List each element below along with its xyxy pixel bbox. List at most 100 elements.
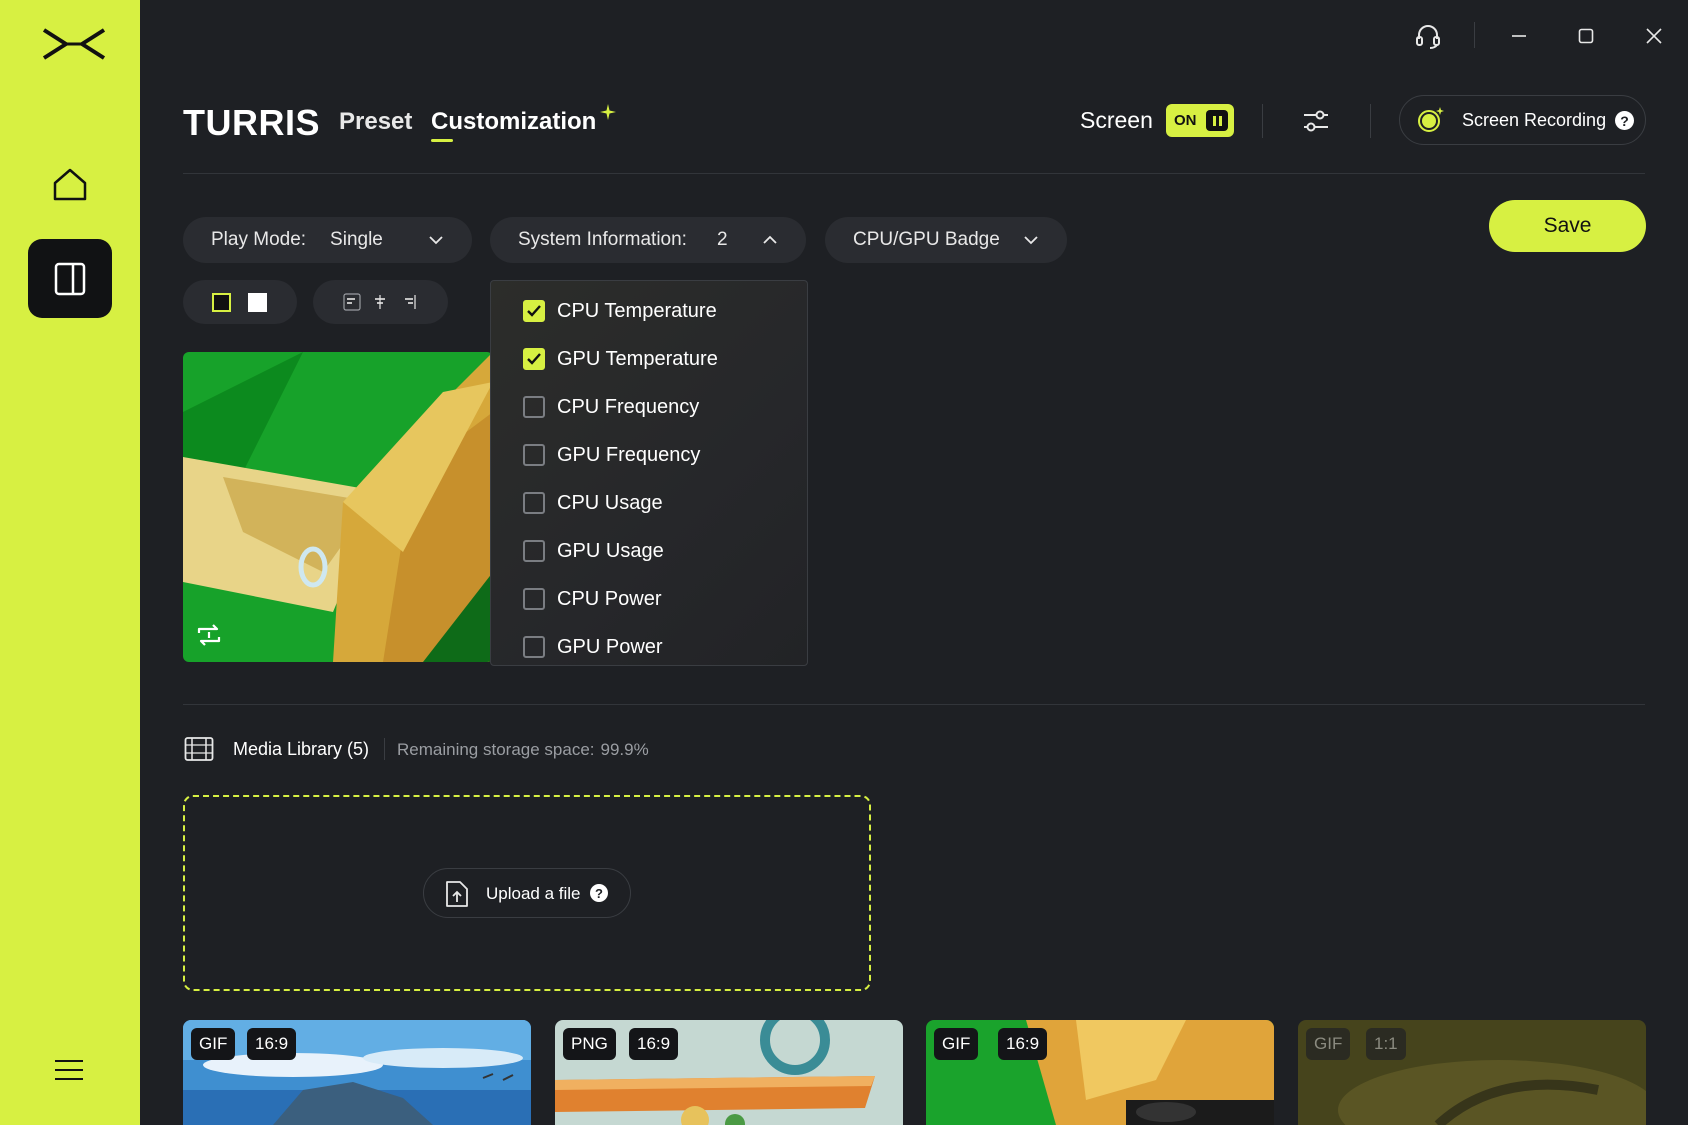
system-info-option-label: CPU Power	[557, 587, 662, 610]
help-icon[interactable]: ?	[590, 884, 608, 902]
screen-toggle[interactable]: ON	[1166, 104, 1234, 137]
align-left-button[interactable]	[342, 292, 362, 312]
media-library-divider	[384, 738, 385, 760]
ratio-badge: 16:9	[629, 1028, 679, 1060]
system-info-option-label: GPU Usage	[557, 539, 664, 562]
chevron-down-icon	[1024, 236, 1038, 245]
chevron-up-icon	[763, 235, 777, 244]
media-item[interactable]: GIF 16:9	[926, 1020, 1274, 1125]
media-item[interactable]: PNG 16:9	[555, 1020, 903, 1125]
close-button[interactable]	[1632, 18, 1676, 54]
titlebar-divider	[1474, 22, 1475, 48]
hamburger-menu-button[interactable]	[52, 1055, 86, 1085]
replay-icon	[197, 624, 221, 646]
active-tab-indicator	[431, 139, 453, 142]
ratio-badge: 1:1	[1366, 1028, 1406, 1060]
system-info-option-label: GPU Temperature	[557, 347, 718, 370]
home-icon	[53, 168, 87, 201]
upload-file-label: Upload a file	[486, 884, 581, 903]
sidebar	[0, 0, 140, 1125]
system-info-option-label: GPU Frequency	[557, 443, 701, 466]
screen-panel-icon	[54, 262, 86, 295]
checkbox-checked[interactable]	[523, 300, 545, 322]
align-center-icon	[375, 295, 385, 309]
help-icon[interactable]: ?	[1615, 111, 1634, 130]
checkbox-checked[interactable]	[523, 348, 545, 370]
system-info-option[interactable]: GPU Power	[523, 632, 663, 662]
system-info-option[interactable]: CPU Temperature	[523, 296, 717, 326]
header-divider-line	[183, 173, 1645, 174]
sliders-icon	[1304, 110, 1328, 132]
maximize-icon	[1578, 28, 1594, 44]
system-information-dropdown[interactable]: System Information: 2	[490, 217, 806, 263]
section-divider-line	[183, 704, 1645, 705]
checkmark-icon	[527, 353, 541, 365]
badge-style-dropdown[interactable]: CPU/GPU Badge	[825, 217, 1067, 263]
hamburger-menu-icon	[55, 1060, 83, 1080]
format-badge: GIF	[1306, 1028, 1351, 1060]
system-info-option-label: CPU Temperature	[557, 299, 717, 322]
support-button[interactable]	[1406, 18, 1450, 54]
media-item[interactable]: GIF 1:1	[1298, 1020, 1646, 1125]
checkbox-unchecked[interactable]	[523, 396, 545, 418]
tab-preset[interactable]: Preset	[339, 108, 412, 136]
system-info-option-label: CPU Frequency	[557, 395, 700, 418]
system-info-option[interactable]: GPU Usage	[523, 536, 664, 566]
checkmark-icon	[527, 305, 541, 317]
screen-recording-button[interactable]: Screen Recording ?	[1399, 95, 1646, 145]
sparkle-icon	[600, 104, 616, 120]
align-right-icon	[405, 295, 416, 309]
minimize-icon	[1512, 35, 1526, 37]
film-strip-icon	[184, 737, 214, 761]
format-badge: PNG	[563, 1028, 616, 1060]
format-badge: GIF	[934, 1028, 979, 1060]
home-nav-button[interactable]	[48, 162, 92, 206]
play-mode-dropdown[interactable]: Play Mode: Single	[183, 217, 472, 263]
checkbox-unchecked[interactable]	[523, 636, 545, 658]
media-library-title: Media Library (5)	[233, 739, 370, 759]
storage-info: Remaining storage space: 99.9%	[397, 740, 649, 760]
media-item[interactable]: GIF 16:9	[183, 1020, 531, 1125]
screen-nav-button[interactable]	[28, 239, 112, 318]
ratio-badge: 16:9	[247, 1028, 297, 1060]
pause-icon	[1206, 110, 1228, 131]
format-badge: GIF	[191, 1028, 236, 1060]
system-info-option[interactable]: CPU Power	[523, 584, 661, 614]
system-info-option[interactable]: GPU Temperature	[523, 344, 718, 374]
checkbox-unchecked[interactable]	[523, 540, 545, 562]
settings-sliders-button[interactable]	[1298, 104, 1334, 138]
text-color-picker	[183, 280, 297, 324]
align-left-icon	[343, 293, 361, 311]
maximize-button[interactable]	[1564, 18, 1608, 54]
recording-dot-icon	[1418, 107, 1444, 132]
align-center-button[interactable]	[370, 292, 390, 312]
upload-file-button[interactable]: Upload a file ?	[423, 868, 631, 918]
system-info-option[interactable]: CPU Frequency	[523, 392, 699, 422]
screen-recording-label: Screen Recording	[1462, 110, 1607, 130]
screen-label: Screen	[1080, 107, 1153, 133]
system-info-option[interactable]: GPU Frequency	[523, 440, 700, 470]
system-info-option[interactable]: CPU Usage	[523, 488, 663, 518]
headset-icon	[1416, 25, 1440, 49]
align-right-button[interactable]	[398, 292, 418, 312]
color-swatch-black[interactable]	[212, 293, 231, 312]
screen-preview-image	[183, 352, 493, 662]
tab-customization[interactable]: Customization	[431, 108, 596, 136]
system-information-menu: CPU Temperature GPU Temperature CPU Freque…	[490, 280, 808, 666]
header-divider	[1262, 104, 1263, 138]
turris-logo-icon	[42, 28, 106, 60]
ratio-badge: 16:9	[998, 1028, 1048, 1060]
checkbox-unchecked[interactable]	[523, 492, 545, 514]
save-button[interactable]: Save	[1489, 200, 1646, 252]
screen-toggle-label: ON	[1174, 112, 1197, 129]
system-info-option-label: GPU Power	[557, 635, 663, 658]
checkbox-unchecked[interactable]	[523, 588, 545, 610]
minimize-button[interactable]	[1497, 18, 1541, 54]
play-mode-label: Play Mode:	[211, 229, 307, 250]
checkbox-unchecked[interactable]	[523, 444, 545, 466]
chevron-down-icon	[429, 236, 443, 245]
replay-button[interactable]	[193, 621, 225, 649]
file-upload-icon	[446, 881, 468, 907]
color-swatch-white[interactable]	[248, 293, 267, 312]
header-divider	[1370, 104, 1371, 138]
